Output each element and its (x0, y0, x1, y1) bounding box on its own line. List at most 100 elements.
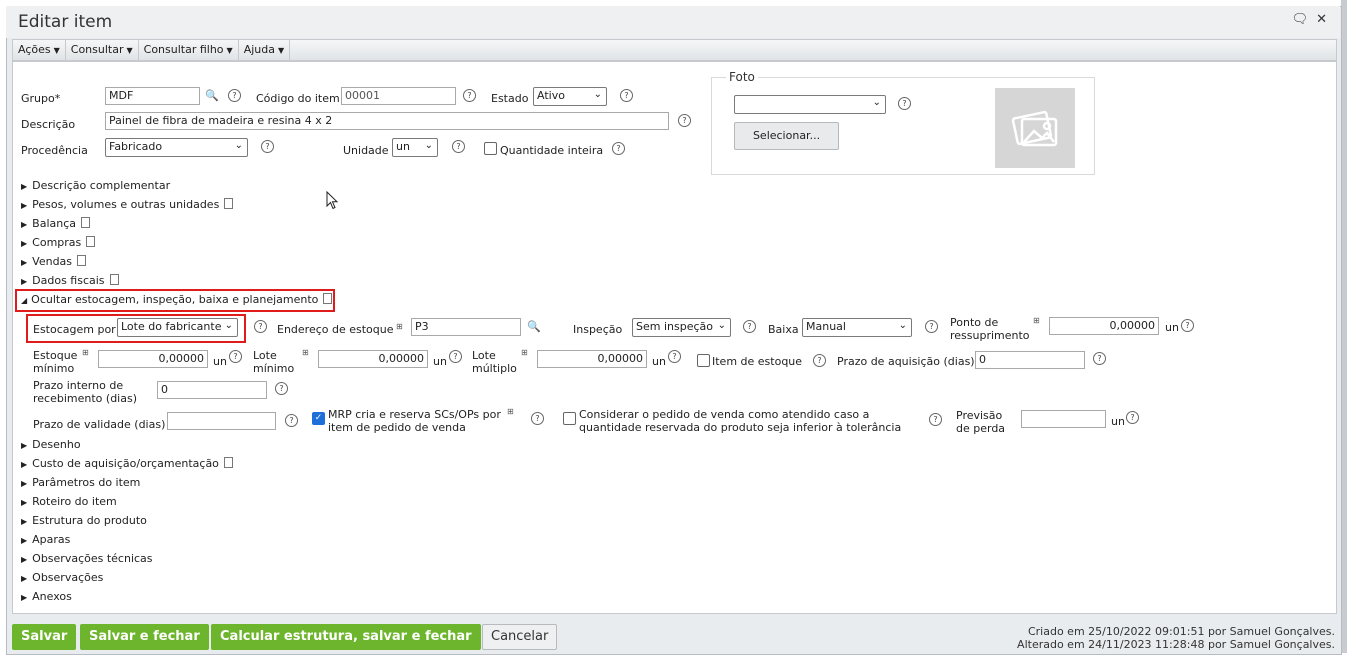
estoque-minimo-input[interactable]: 0,00000 (98, 350, 208, 368)
cancelar-button[interactable]: Cancelar (482, 624, 558, 650)
endereco-label: Endereço de estoque (277, 323, 394, 336)
section-pesos-volumes[interactable]: ▶ Pesos, volumes e outras unidades (21, 198, 234, 211)
help-icon[interactable]: ? (925, 320, 938, 333)
help-icon[interactable]: ? (254, 320, 267, 333)
close-icon[interactable]: ✕ (1316, 12, 1327, 27)
inspecao-select[interactable]: Sem inspeção ⌄ (632, 318, 731, 337)
expand-plus-icon[interactable]: ⊞ (521, 348, 528, 357)
mouse-cursor-icon (326, 190, 340, 214)
image-icon (1011, 110, 1058, 147)
previsao-label: Previsão de perda (956, 409, 1005, 435)
help-icon[interactable]: ? (531, 412, 544, 425)
prazo-validade-input[interactable] (167, 412, 276, 430)
estocagem-select[interactable]: Lote do fabricante ⌄ (117, 318, 238, 337)
expand-plus-icon[interactable]: ⊞ (396, 322, 403, 331)
section-compras[interactable]: ▶ Compras (21, 236, 96, 249)
search-icon[interactable]: 🔍 (527, 320, 541, 333)
section-custo-aquisicao[interactable]: ▶ Custo de aquisição/orçamentação (21, 457, 233, 470)
unit-label: un (213, 355, 227, 368)
lote-minimo-input[interactable]: 0,00000 (318, 350, 428, 368)
section-anexos[interactable]: ▶ Anexos (21, 590, 72, 603)
ponto-input[interactable]: 0,00000 (1049, 317, 1159, 335)
label-line: mínimo (33, 362, 75, 375)
help-icon[interactable]: ? (229, 350, 242, 363)
procedencia-select[interactable]: Fabricado ⌄ (105, 138, 248, 157)
chat-icon[interactable]: 🗨 (1292, 12, 1309, 27)
endereco-input[interactable]: P3 (411, 318, 521, 336)
selecionar-foto-button[interactable]: Selecionar... (734, 122, 839, 150)
calcular-estrutura-button[interactable]: Calcular estrutura, salvar e fechar (211, 624, 481, 650)
menu-consultar[interactable]: Consultar ▼ (66, 40, 139, 60)
salvar-button[interactable]: Salvar (12, 624, 77, 650)
considerar-label: Considerar o pedido de venda como atendi… (579, 408, 901, 434)
section-vendas[interactable]: ▶ Vendas (21, 255, 87, 268)
inspecao-label: Inspeção (573, 323, 623, 336)
help-icon[interactable]: ? (929, 413, 942, 426)
foto-select[interactable]: ⌄ (734, 95, 886, 114)
item-estoque-checkbox[interactable] (697, 354, 710, 367)
section-roteiro-item[interactable]: ▶ Roteiro do item (21, 495, 117, 508)
menu-label: Ações (18, 43, 51, 56)
descricao-input[interactable]: Painel de fibra de madeira e resina 4 x … (105, 112, 669, 130)
help-icon[interactable]: ? (275, 382, 288, 395)
grupo-input[interactable]: MDF (105, 87, 200, 105)
expand-plus-icon[interactable]: ⊞ (302, 348, 309, 357)
help-icon[interactable]: ? (449, 350, 462, 363)
menu-label: Consultar filho (143, 43, 224, 56)
mrp-checkbox[interactable]: ✓ (312, 412, 325, 425)
label-line: quantidade reservada do produto seja inf… (579, 421, 902, 434)
lote-minimo-label: Lote mínimo (253, 349, 294, 375)
search-icon[interactable]: 🔍 (205, 89, 219, 102)
salvar-fechar-button[interactable]: Salvar e fechar (80, 624, 209, 650)
unit-label: un (1165, 321, 1179, 334)
menu-consultar-filho[interactable]: Consultar filho ▼ (139, 40, 239, 60)
quantidade-inteira-checkbox[interactable] (484, 142, 497, 155)
considerar-checkbox[interactable] (563, 412, 576, 425)
help-icon[interactable]: ? (1126, 411, 1139, 424)
help-icon[interactable]: ? (743, 320, 756, 333)
section-desenho[interactable]: ▶ Desenho (21, 438, 81, 451)
document-icon (109, 274, 119, 285)
expand-plus-icon[interactable]: ⊞ (507, 407, 514, 416)
help-icon[interactable]: ? (285, 414, 298, 427)
help-icon[interactable]: ? (668, 350, 681, 363)
estado-select[interactable]: Ativo ⌄ (533, 87, 607, 106)
help-icon[interactable]: ? (813, 354, 826, 367)
help-icon[interactable]: ? (620, 89, 633, 102)
help-icon[interactable]: ? (898, 97, 911, 110)
section-aparas[interactable]: ▶ Aparas (21, 533, 70, 546)
unidade-select[interactable]: un ⌄ (392, 138, 438, 157)
menu-ajuda[interactable]: Ajuda ▼ (239, 40, 291, 60)
section-estrutura-produto[interactable]: ▶ Estrutura do produto (21, 514, 147, 527)
section-balanca[interactable]: ▶ Balança (21, 217, 91, 230)
dialog-titlebar (6, 6, 1340, 38)
expand-plus-icon[interactable]: ⊞ (1033, 316, 1040, 325)
triangle-right-icon: ▶ (21, 277, 28, 286)
expand-plus-icon[interactable]: ⊞ (82, 348, 89, 357)
help-icon[interactable]: ? (612, 142, 625, 155)
caret-down-icon: ▼ (126, 46, 133, 55)
help-icon[interactable]: ? (463, 89, 476, 102)
help-icon[interactable]: ? (1093, 352, 1106, 365)
help-icon[interactable]: ? (452, 140, 465, 153)
lote-multiplo-label: Lote múltiplo (472, 349, 517, 375)
help-icon[interactable]: ? (1181, 319, 1194, 332)
lote-multiplo-input[interactable]: 0,00000 (537, 350, 647, 368)
previsao-input[interactable] (1021, 410, 1106, 428)
section-parametros-item[interactable]: ▶ Parâmetros do item (21, 476, 140, 489)
label-line: recebimento (dias) (33, 392, 137, 405)
triangle-right-icon: ▶ (21, 498, 28, 507)
section-estocagem-expanded[interactable]: ◢ Ocultar estocagem, inspeção, baixa e pl… (21, 293, 333, 306)
prazo-interno-input[interactable]: 0 (157, 381, 267, 399)
section-observacoes[interactable]: ▶ Observações (21, 571, 103, 584)
prazo-aquisicao-input[interactable]: 0 (975, 351, 1085, 369)
help-icon[interactable]: ? (678, 114, 691, 127)
baixa-select[interactable]: Manual ⌄ (802, 318, 912, 337)
section-observacoes-tecnicas[interactable]: ▶ Observações técnicas (21, 552, 153, 565)
section-dados-fiscais[interactable]: ▶ Dados fiscais (21, 274, 119, 287)
help-icon[interactable]: ? (228, 89, 241, 102)
section-descricao-complementar[interactable]: ▶ Descrição complementar (21, 179, 170, 192)
codigo-input[interactable]: 00001 (341, 87, 456, 105)
help-icon[interactable]: ? (261, 140, 274, 153)
menu-acoes[interactable]: Ações ▼ (13, 40, 66, 60)
